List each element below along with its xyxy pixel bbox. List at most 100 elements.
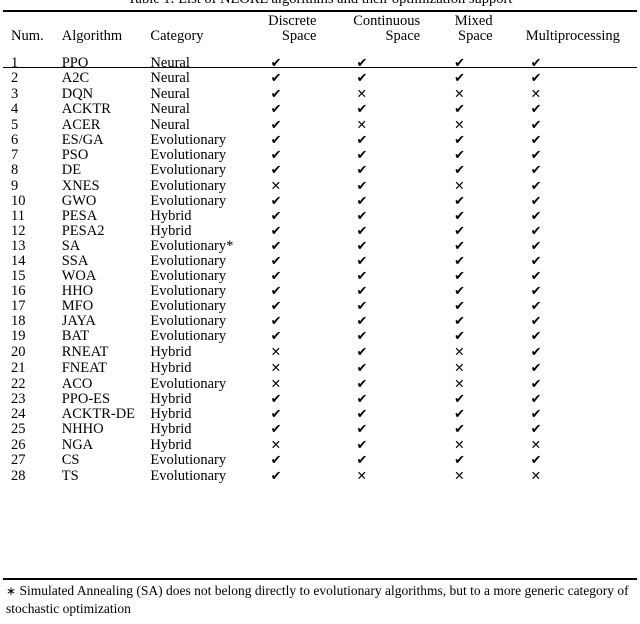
cell-multiprocessing: ✔ — [509, 209, 637, 224]
cell-mixed-space: ✕ — [436, 468, 509, 484]
cell-discrete-space: ✔ — [253, 299, 333, 314]
table-row: 16 HHO Evolutionary ✔ ✔ ✔ ✔ — [3, 284, 637, 300]
check-icon: ✔ — [530, 345, 542, 360]
table-row: 1 PPO Neural ✔ ✔ ✔ ✔ — [3, 44, 637, 72]
cell-continuous-space: ✔ — [332, 102, 436, 117]
check-icon: ✔ — [356, 56, 368, 71]
check-icon: ✔ — [356, 209, 368, 224]
cell-continuous-space: ✔ — [332, 269, 436, 284]
cell-multiprocessing: ✔ — [509, 453, 637, 468]
column-header-continuous-space: Continuous Space — [332, 14, 436, 44]
cell-mixed-space: ✔ — [436, 239, 509, 254]
cell-continuous-space: ✔ — [332, 437, 436, 453]
cell-category: Evolutionary — [150, 147, 227, 163]
cell-discrete-space: ✔ — [253, 163, 333, 178]
cross-icon: ✕ — [454, 86, 465, 101]
cell-mixed-space: ✔ — [436, 163, 509, 178]
cell-mixed-space: ✕ — [436, 360, 509, 376]
cell-multiprocessing: ✔ — [509, 117, 637, 133]
check-icon: ✔ — [530, 179, 542, 194]
cell-category: Evolutionary — [150, 178, 227, 194]
cross-icon: ✕ — [454, 360, 465, 375]
column-header-category-label: Category — [150, 28, 204, 44]
table-row: 27 CS Evolutionary ✔ ✔ ✔ ✔ — [3, 453, 637, 469]
check-icon: ✔ — [530, 299, 542, 314]
check-icon: ✔ — [530, 148, 542, 163]
table-top-rule — [3, 10, 637, 12]
cell-mixed-space: ✔ — [436, 314, 509, 329]
check-icon: ✔ — [530, 284, 542, 299]
cell-multiprocessing: ✔ — [509, 360, 637, 376]
cell-num: 6 — [11, 132, 19, 148]
cell-continuous-space: ✔ — [332, 209, 436, 224]
cell-algorithm: ACO — [61, 376, 93, 392]
table-row: 18 JAYA Evolutionary ✔ ✔ ✔ ✔ — [3, 313, 637, 330]
cell-mixed-space: ✕ — [436, 376, 509, 392]
cell-mixed-space: ✔ — [436, 284, 509, 299]
cell-discrete-space: ✔ — [253, 209, 333, 224]
cell-mixed-space: ✔ — [436, 71, 509, 86]
check-icon: ✔ — [454, 148, 466, 163]
cell-mixed-space: ✔ — [436, 299, 509, 314]
cross-icon: ✕ — [270, 344, 282, 359]
cell-category: Neural — [150, 117, 190, 133]
cell-num: 21 — [11, 360, 26, 376]
check-icon: ✔ — [454, 254, 466, 269]
cell-num: 13 — [11, 238, 26, 254]
cell-category: Evolutionary — [150, 193, 227, 209]
table-page: Table 1: List of NEORL algorithms and th… — [0, 0, 640, 624]
cell-discrete-space: ✔ — [253, 284, 333, 299]
cell-multiprocessing: ✔ — [509, 239, 637, 254]
cell-continuous-space: ✔ — [332, 163, 436, 178]
check-icon: ✔ — [356, 148, 368, 163]
check-icon: ✔ — [530, 269, 542, 284]
cell-category: Hybrid — [150, 360, 192, 376]
table-row: 4 ACKTR Neural ✔ ✔ ✔ ✔ — [3, 101, 637, 118]
cell-algorithm: SA — [61, 238, 81, 254]
column-header-num: Num. — [3, 14, 62, 44]
cell-category: Neural — [150, 86, 190, 102]
cell-mixed-space: ✕ — [436, 86, 509, 102]
cell-num: 12 — [11, 223, 26, 239]
cell-continuous-space: ✔ — [332, 254, 436, 269]
cell-algorithm: PPO-ES — [61, 391, 111, 407]
column-header-discrete-space-line1: Discrete — [268, 13, 317, 29]
cell-continuous-space: ✔ — [332, 178, 436, 194]
column-header-continuous-space-line2: Space — [385, 28, 421, 44]
cell-category: Hybrid — [150, 208, 192, 224]
cell-discrete-space: ✔ — [253, 269, 333, 284]
cell-mixed-space: ✕ — [436, 437, 509, 453]
check-icon: ✔ — [270, 133, 282, 148]
algorithms-table: Num. Algorithm Category Discrete Space C… — [3, 13, 637, 485]
cell-algorithm: XNES — [61, 178, 100, 194]
cell-mixed-space: ✔ — [436, 194, 509, 209]
table-row: 12 PESA2 Hybrid ✔ ✔ ✔ ✔ — [3, 223, 637, 240]
table-row: 20 RNEAT Hybrid ✕ ✔ ✕ ✔ — [3, 344, 637, 360]
table-row: 8 DE Evolutionary ✔ ✔ ✔ ✔ — [3, 162, 637, 179]
cell-continuous-space: ✔ — [332, 314, 436, 329]
cell-mixed-space: ✔ — [436, 209, 509, 224]
cell-discrete-space: ✕ — [253, 376, 333, 392]
cell-num: 4 — [11, 101, 19, 117]
check-icon: ✔ — [530, 407, 542, 422]
cell-continuous-space: ✔ — [332, 344, 436, 360]
cell-multiprocessing: ✔ — [509, 329, 637, 344]
cell-algorithm: PESA — [61, 208, 98, 224]
cell-continuous-space: ✕ — [332, 468, 436, 484]
cell-algorithm: NGA — [61, 437, 94, 453]
cell-num: 14 — [11, 253, 26, 269]
cell-multiprocessing: ✔ — [509, 407, 637, 422]
cell-mixed-space: ✔ — [436, 133, 509, 148]
check-icon: ✔ — [454, 314, 466, 329]
check-icon: ✔ — [270, 87, 282, 102]
check-icon: ✔ — [454, 269, 466, 284]
cell-discrete-space: ✔ — [253, 329, 333, 344]
cell-num: 8 — [11, 162, 19, 178]
cell-algorithm: ACER — [61, 117, 101, 133]
cell-category: Neural — [150, 55, 190, 71]
check-icon: ✔ — [530, 102, 542, 117]
cell-category: Evolutionary — [150, 313, 227, 329]
cell-discrete-space: ✕ — [253, 437, 333, 453]
cell-num: 2 — [11, 70, 19, 86]
table-row: 9 XNES Evolutionary ✕ ✔ ✕ ✔ — [3, 178, 637, 194]
